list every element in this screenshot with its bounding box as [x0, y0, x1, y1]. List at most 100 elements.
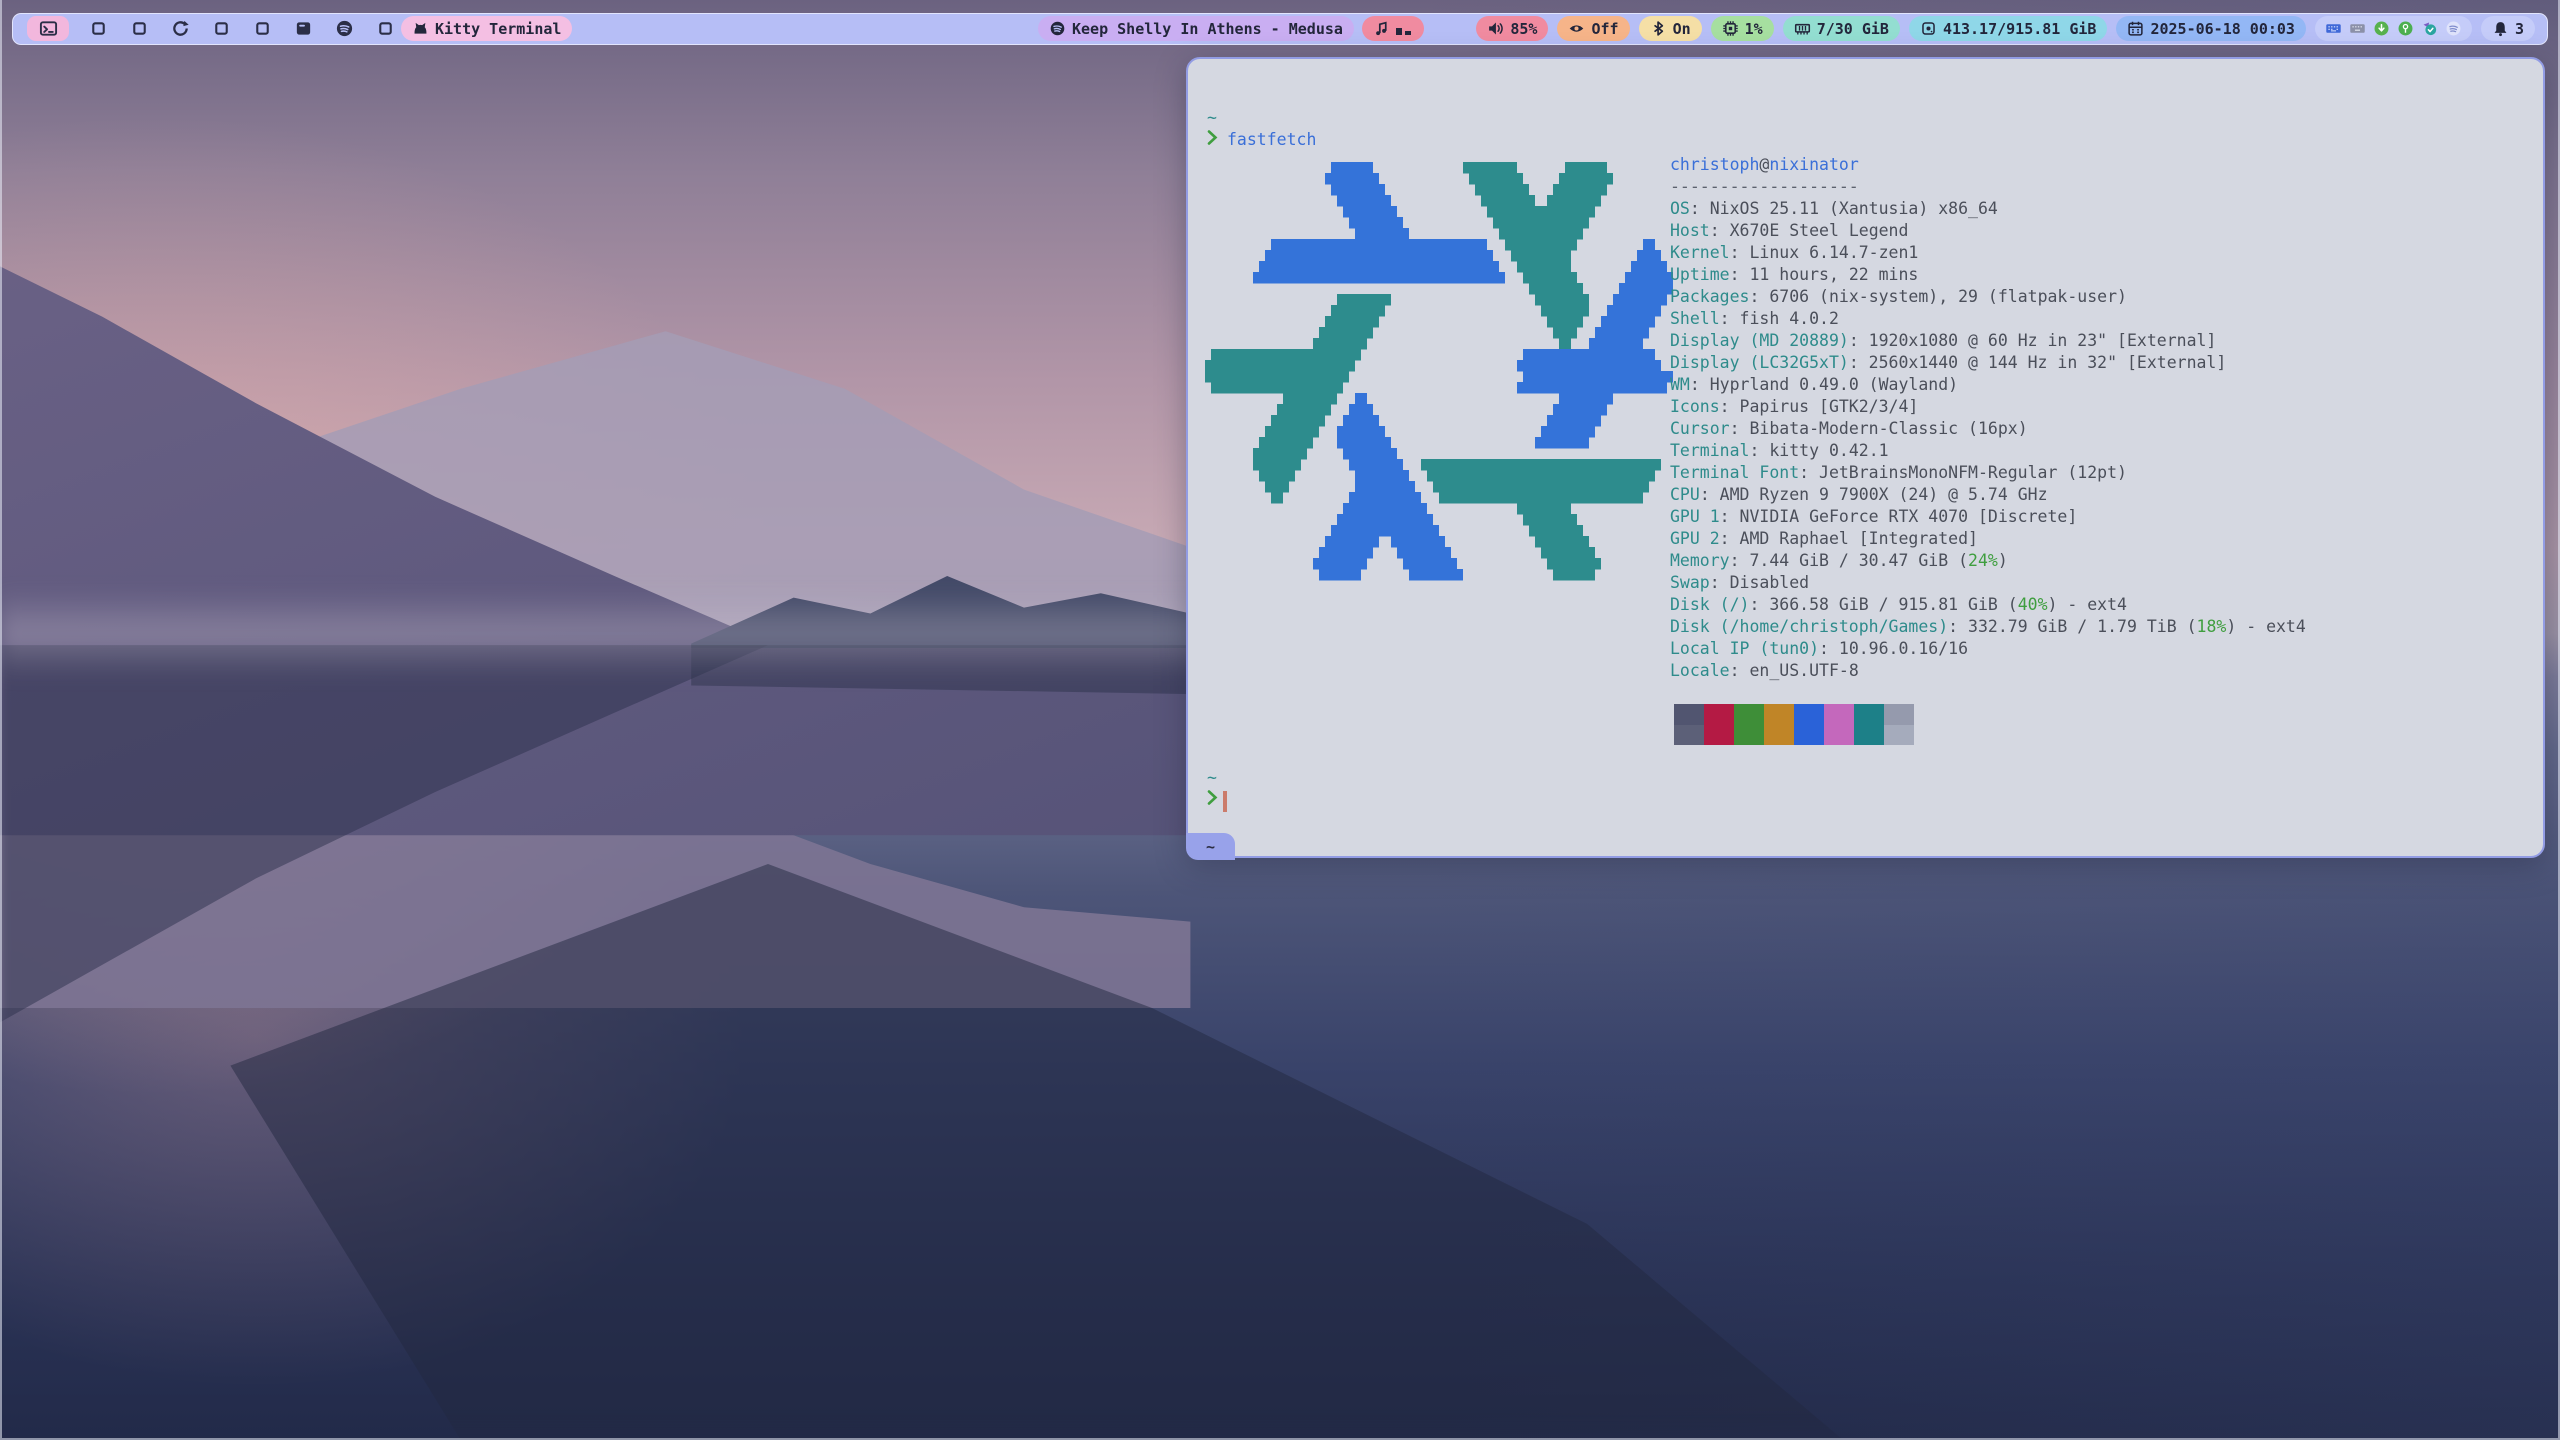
- status-label: Off: [1591, 20, 1618, 38]
- palette-swatch: [1854, 725, 1884, 746]
- palette-swatch: [1734, 704, 1764, 725]
- fastfetch-line: Display (LC32G5xT): 2560x1440 @ 144 Hz i…: [1670, 352, 2306, 374]
- notification-count: 3: [2515, 20, 2524, 38]
- status-modules: 85% Off On 1% 7/30 GiB 413.17/915.81 GiB 2025-…: [1476, 16, 2535, 41]
- palette-swatch: [1884, 704, 1914, 725]
- fastfetch-line: Icons: Papirus [GTK2/3/4]: [1670, 396, 2306, 418]
- workspace-1[interactable]: [27, 16, 69, 41]
- fastfetch-line: Terminal Font: JetBrainsMonoNFM-Regular …: [1670, 462, 2306, 484]
- tray-icon-spotify-light[interactable]: [2445, 20, 2462, 37]
- command-line: fastfetch: [1207, 129, 1316, 151]
- status-pills: 85% Off On 1% 7/30 GiB 413.17/915.81 GiB 2025-…: [1476, 16, 2306, 41]
- visualizer-bars: [1396, 20, 1413, 37]
- calendar-icon: [2127, 20, 2144, 37]
- palette-swatch: [1704, 725, 1734, 746]
- window-icon: [294, 19, 313, 38]
- fastfetch-line: GPU 1: NVIDIA GeForce RTX 4070 [Discrete…: [1670, 506, 2306, 528]
- tray-icon-sync-check[interactable]: [2421, 20, 2438, 37]
- status-idle-inhibitor[interactable]: Off: [1557, 16, 1629, 41]
- spotify-icon: [1049, 20, 1066, 37]
- workspace-2[interactable]: [86, 17, 110, 41]
- disk-icon: [1920, 20, 1937, 37]
- status-disk[interactable]: 413.17/915.81 GiB: [1909, 16, 2108, 41]
- refresh-icon: [171, 19, 190, 38]
- active-window-title[interactable]: Kitty Terminal: [401, 16, 572, 41]
- status-label: 2025-06-18 00:03: [2150, 20, 2295, 38]
- fastfetch-line: Display (MD 20889): 1920x1080 @ 60 Hz in…: [1670, 330, 2306, 352]
- square-icon: [212, 19, 231, 38]
- media-player[interactable]: Keep Shelly In Athens - Medusa: [1038, 16, 1354, 41]
- bell-icon: [2492, 20, 2509, 37]
- fastfetch-line: Disk (/): 366.58 GiB / 915.81 GiB (40%) …: [1670, 594, 2306, 616]
- eye-icon: [1568, 20, 1585, 37]
- fastfetch-output: christoph@nixinator-------------------OS…: [1670, 154, 2306, 682]
- text-cursor: [1223, 791, 1227, 812]
- music-note-icon: [1373, 20, 1390, 37]
- fastfetch-line: Host: X670E Steel Legend: [1670, 220, 2306, 242]
- fastfetch-line: Locale: en_US.UTF-8: [1670, 660, 2306, 682]
- palette-swatch: [1674, 725, 1704, 746]
- status-bar: Kitty Terminal Keep Shelly In Athens - M…: [12, 13, 2548, 45]
- system-tray: [2315, 16, 2472, 41]
- speaker-icon: [1487, 20, 1504, 37]
- palette-swatch: [1854, 704, 1884, 725]
- terminal-tab[interactable]: ~: [1186, 833, 1235, 860]
- notifications-button[interactable]: 3: [2481, 16, 2535, 41]
- terminal-color-palette: [1674, 704, 1914, 745]
- kitty-terminal-window[interactable]: ~ fastfetch christoph@nixinator---------…: [1186, 57, 2545, 858]
- palette-swatch: [1674, 704, 1704, 725]
- square-icon: [253, 19, 272, 38]
- command-text: fastfetch: [1227, 130, 1316, 149]
- status-bluetooth[interactable]: On: [1639, 16, 1702, 41]
- workspace-5[interactable]: [209, 17, 233, 41]
- fastfetch-line: Disk (/home/christoph/Games): 332.79 GiB…: [1670, 616, 2306, 638]
- workspace-4[interactable]: [168, 17, 192, 41]
- media-modules: Keep Shelly In Athens - Medusa: [1038, 16, 1424, 41]
- terminal-tab-label: ~: [1206, 838, 1215, 856]
- status-cpu[interactable]: 1%: [1711, 16, 1774, 41]
- nixos-logo: [1205, 151, 1673, 591]
- spotify-icon: [335, 19, 354, 38]
- workspace-3[interactable]: [127, 17, 151, 41]
- tray-icon-keyboard-blue[interactable]: [2325, 20, 2342, 37]
- status-volume[interactable]: 85%: [1476, 16, 1548, 41]
- fastfetch-line: Packages: 6706 (nix-system), 29 (flatpak…: [1670, 286, 2306, 308]
- prompt-cwd: ~: [1207, 767, 1217, 789]
- fastfetch-line: Memory: 7.44 GiB / 30.47 GiB (24%): [1670, 550, 2306, 572]
- mist: [0, 590, 1203, 676]
- cat-icon: [412, 20, 429, 37]
- fastfetch-line: Local IP (tun0): 10.96.0.16/16: [1670, 638, 2306, 660]
- palette-swatch: [1764, 725, 1794, 746]
- fastfetch-line: Kernel: Linux 6.14.7-zen1: [1670, 242, 2306, 264]
- fastfetch-line: CPU: AMD Ryzen 9 7900X (24) @ 5.74 GHz: [1670, 484, 2306, 506]
- fastfetch-line: WM: Hyprland 0.49.0 (Wayland): [1670, 374, 2306, 396]
- fastfetch-line: christoph@nixinator: [1670, 154, 2306, 176]
- palette-swatch: [1764, 704, 1794, 725]
- palette-swatch: [1884, 725, 1914, 746]
- workspace-6[interactable]: [250, 17, 274, 41]
- workspace-8[interactable]: [332, 17, 356, 41]
- palette-swatch: [1794, 704, 1824, 725]
- palette-row-normal: [1674, 704, 1914, 725]
- status-label: 7/30 GiB: [1817, 20, 1889, 38]
- workspace-7[interactable]: [291, 17, 315, 41]
- square-icon: [376, 19, 395, 38]
- palette-swatch: [1824, 725, 1854, 746]
- workspace-9[interactable]: [373, 17, 397, 41]
- status-clock[interactable]: 2025-06-18 00:03: [2116, 16, 2306, 41]
- fastfetch-line: OS: NixOS 25.11 (Xantusia) x86_64: [1670, 198, 2306, 220]
- palette-swatch: [1794, 725, 1824, 746]
- status-label: On: [1673, 20, 1691, 38]
- fastfetch-line: Swap: Disabled: [1670, 572, 2306, 594]
- cpu-icon: [1722, 20, 1739, 37]
- tray-icon-keepassxc[interactable]: [2397, 20, 2414, 37]
- palette-swatch: [1704, 704, 1734, 725]
- tray-icon-keyboard-grey[interactable]: [2349, 20, 2366, 37]
- ram-icon: [1794, 20, 1811, 37]
- palette-row-bright: [1674, 725, 1914, 746]
- square-icon: [89, 19, 108, 38]
- audio-visualizer[interactable]: [1362, 16, 1424, 41]
- status-memory[interactable]: 7/30 GiB: [1783, 16, 1900, 41]
- tray-icon-update-green[interactable]: [2373, 20, 2390, 37]
- status-label: 85%: [1510, 20, 1537, 38]
